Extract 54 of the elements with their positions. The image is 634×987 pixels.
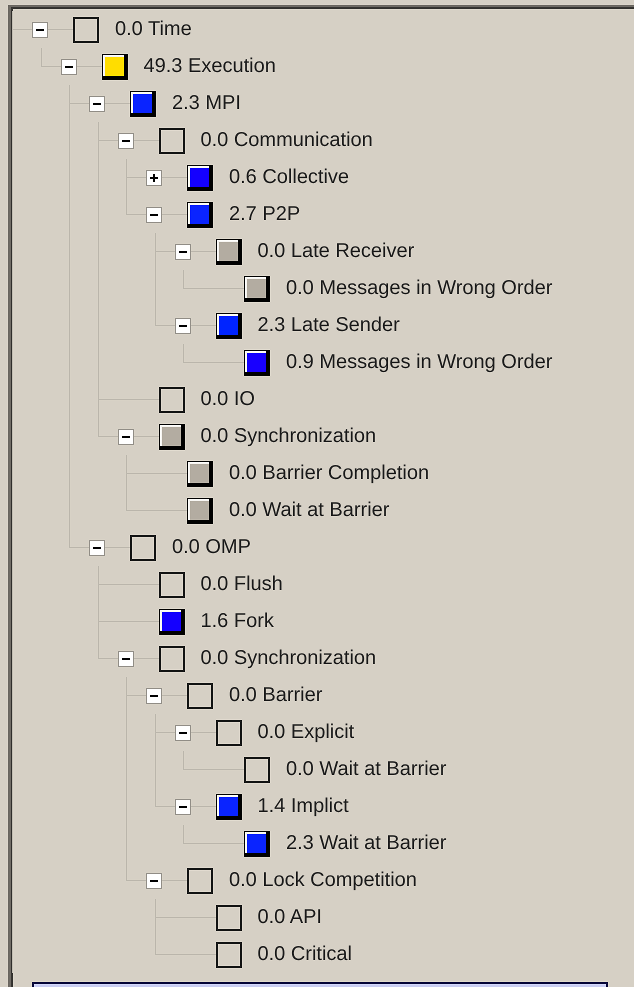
value-swatch <box>244 756 270 782</box>
value-swatch <box>158 386 184 412</box>
node-label[interactable]: 2.7 P2P <box>229 203 300 226</box>
collapse-toggle[interactable] <box>60 58 76 74</box>
collapse-toggle[interactable] <box>174 798 190 814</box>
node-label[interactable]: 0.0 Wait at Barrier <box>229 499 390 522</box>
value-swatch <box>73 16 99 42</box>
value-swatch <box>158 572 184 598</box>
node-label[interactable]: 0.0 Messages in Wrong Order <box>286 277 552 300</box>
collapse-toggle[interactable] <box>118 428 134 444</box>
value-swatch <box>130 534 156 560</box>
node-label[interactable]: 2.3 Wait at Barrier <box>286 832 446 855</box>
value-swatch <box>158 646 184 672</box>
node-label[interactable]: 0.0 Synchronization <box>200 425 376 448</box>
node-label[interactable]: 2.3 Late Sender <box>258 314 400 337</box>
node-label[interactable]: 0.0 Lock Competition <box>229 869 417 892</box>
node-label[interactable]: 0.0 Communication <box>200 129 373 152</box>
node-label[interactable]: 0.0 Wait at Barrier <box>286 758 446 781</box>
value-swatch <box>216 904 242 930</box>
node-label[interactable]: 2.3 MPI <box>172 92 241 115</box>
expand-toggle[interactable] <box>146 170 162 186</box>
node-label[interactable]: 0.6 Collective <box>229 166 350 189</box>
node-label[interactable]: 0.0 Synchronization <box>200 647 376 670</box>
collapse-toggle[interactable] <box>174 724 190 740</box>
node-label[interactable]: 0.0 Critical <box>258 943 352 966</box>
plus-icon <box>149 172 159 182</box>
collapse-toggle[interactable] <box>146 872 162 888</box>
collapse-toggle[interactable] <box>146 206 162 222</box>
node-label[interactable]: 1.4 Implict <box>258 795 349 818</box>
value-swatch <box>216 720 242 746</box>
value-swatch <box>216 942 242 968</box>
node-label[interactable]: 0.0 Flush <box>200 573 283 596</box>
collapse-toggle[interactable] <box>174 244 190 260</box>
node-label[interactable]: 0.0 API <box>258 906 322 929</box>
node-label[interactable]: 0.0 Late Receiver <box>258 240 414 263</box>
collapse-toggle[interactable] <box>89 96 105 112</box>
node-label[interactable]: 0.0 Barrier Completion <box>229 462 430 485</box>
node-label[interactable]: 0.9 Messages in Wrong Order <box>286 351 552 374</box>
node-label[interactable]: 0.0 Explicit <box>258 721 354 744</box>
collapse-toggle[interactable] <box>174 318 190 334</box>
node-label[interactable]: 0.0 Barrier <box>229 684 322 707</box>
node-label[interactable]: 49.3 Execution <box>144 55 276 78</box>
node-label[interactable]: 1.6 Fork <box>200 610 274 633</box>
value-swatch <box>187 682 213 708</box>
node-label[interactable]: 0.0 IO <box>200 388 255 411</box>
node-label[interactable]: 0.0 OMP <box>172 536 251 559</box>
collapse-toggle[interactable] <box>146 688 162 704</box>
value-swatch <box>187 868 213 894</box>
collapse-toggle[interactable] <box>32 22 48 38</box>
value-swatch <box>158 128 184 154</box>
collapse-toggle[interactable] <box>118 132 134 148</box>
node-label[interactable]: 0.0 Time <box>115 18 192 41</box>
collapse-toggle[interactable] <box>118 650 134 666</box>
collapse-toggle[interactable] <box>89 540 105 556</box>
